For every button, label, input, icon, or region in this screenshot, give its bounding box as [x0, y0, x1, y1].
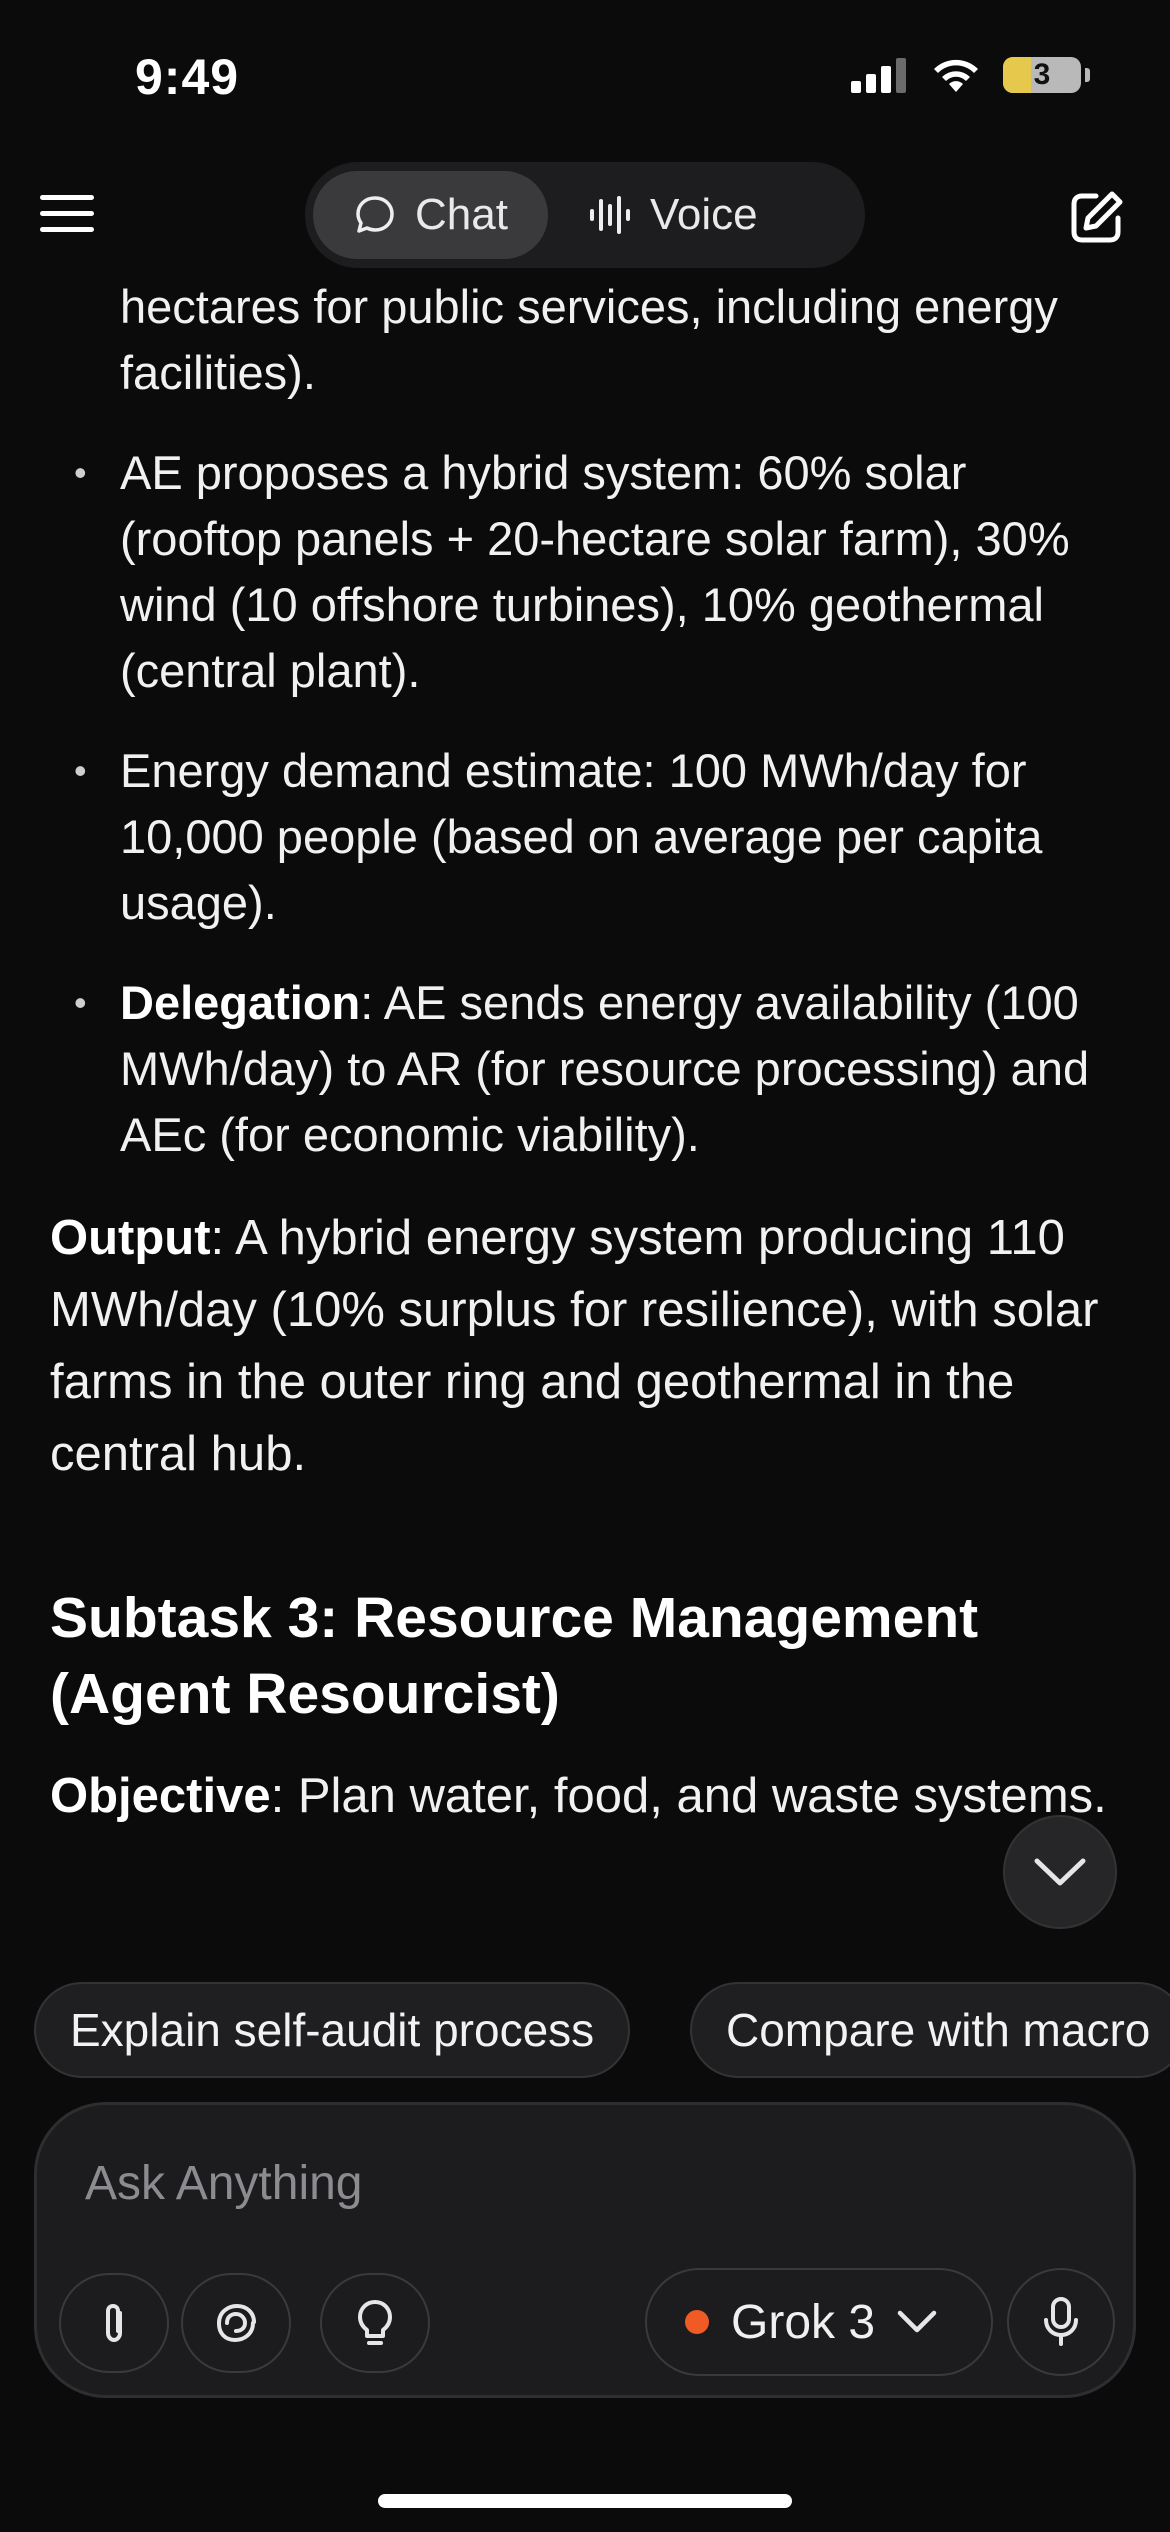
chevron-down-icon [897, 2310, 937, 2333]
model-selector[interactable]: Grok 3 [645, 2268, 993, 2376]
battery-icon: 3 [1003, 57, 1081, 93]
voice-mode-button[interactable]: Voice [548, 171, 798, 259]
think-button[interactable] [320, 2273, 430, 2373]
objective-label: Objective [50, 1769, 271, 1823]
suggestion-chip-self-audit[interactable]: Explain self-audit process [34, 1982, 631, 2078]
status-bar: 9:49 3 [0, 0, 1170, 150]
battery-tip [1085, 68, 1090, 82]
objective-paragraph: Objective: Plan water, food, and waste s… [0, 1760, 1170, 1832]
delegation-label: Delegation [120, 976, 361, 1029]
voice-mode-label: Voice [649, 190, 758, 239]
bullet-list: AE receives AP's spatial constraints (50… [0, 270, 1170, 1168]
status-icons: 3 [851, 56, 1090, 94]
battery-level: 3 [1033, 58, 1051, 91]
subtask-heading: Subtask 3: Resource Management (Agent Re… [50, 1586, 979, 1726]
suggestion-chip-compare[interactable]: Compare with macro [690, 1982, 1170, 2078]
output-paragraph: Output: A hybrid energy system producing… [0, 1202, 1170, 1490]
composer: Grok 3 [34, 2102, 1136, 2398]
mode-toggle: Chat Voice [305, 162, 865, 268]
suggestion-chips: Explain self-audit process Compare with … [0, 1980, 1170, 2080]
new-chat-edit-icon[interactable] [1066, 188, 1126, 248]
output-label: Output [50, 1211, 211, 1265]
chat-bubble-icon [356, 196, 394, 233]
chat-mode-label: Chat [415, 190, 508, 239]
model-status-dot [685, 2310, 709, 2334]
microphone-icon [1044, 2297, 1078, 2346]
deepsearch-button[interactable] [181, 2273, 291, 2373]
status-time: 9:49 [135, 49, 240, 105]
attach-button[interactable] [59, 2273, 169, 2373]
swirl-icon [217, 2303, 256, 2343]
chat-mode-button[interactable]: Chat [313, 171, 548, 259]
objective-text: : Plan water, food, and waste systems. [270, 1769, 1107, 1823]
lightbulb-icon [358, 2300, 392, 2345]
bullet-item: AE receives AP's spatial constraints (50… [0, 270, 1170, 406]
home-indicator [378, 2494, 792, 2508]
chat-message-content: AE receives AP's spatial constraints (50… [0, 270, 1170, 1970]
model-name: Grok 3 [731, 2295, 876, 2349]
scroll-to-bottom-button[interactable] [1003, 1815, 1117, 1929]
voice-waveform-icon [589, 196, 630, 234]
bullet-item: Energy demand estimate: 100 MWh/day for … [0, 738, 1170, 936]
bullet-item-delegation: Delegation: AE sends energy availability… [0, 970, 1170, 1168]
bullet-item: AE proposes a hybrid system: 60% solar (… [0, 440, 1170, 704]
cellular-signal-icon [851, 58, 906, 93]
voice-input-button[interactable] [1007, 2268, 1115, 2376]
top-bar: Chat Voice [0, 160, 1170, 270]
paperclip-icon [106, 2303, 122, 2343]
wifi-icon [934, 59, 978, 92]
chevron-down-icon [1034, 1858, 1086, 1886]
ask-anything-input[interactable] [83, 2155, 987, 2212]
menu-icon[interactable] [40, 195, 94, 233]
